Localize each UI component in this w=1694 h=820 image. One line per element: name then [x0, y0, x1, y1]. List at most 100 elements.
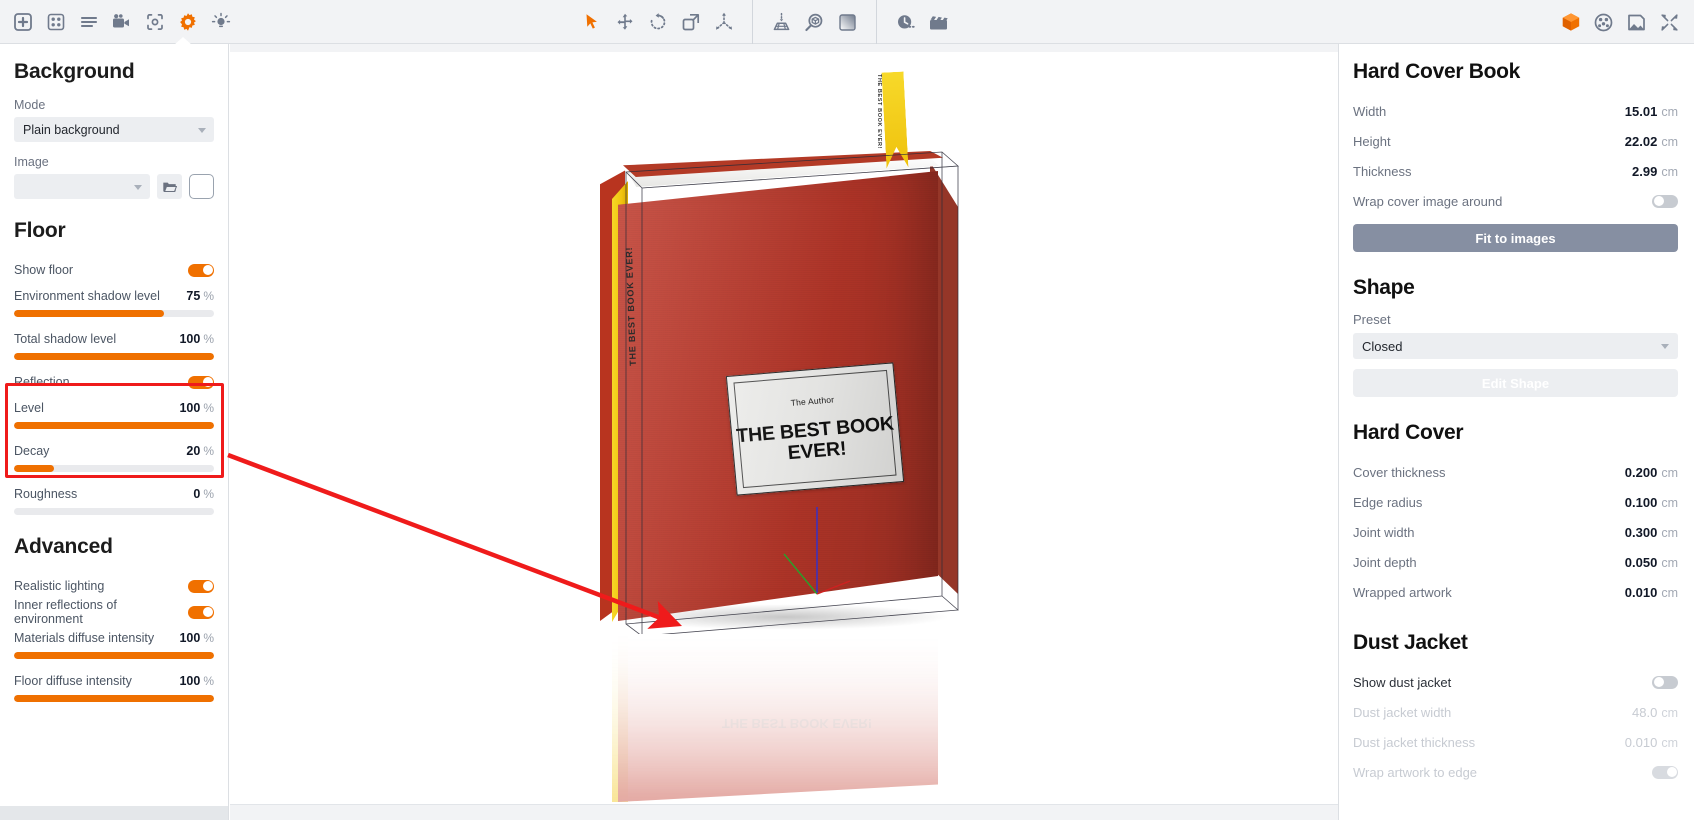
- decay-slider[interactable]: [14, 465, 214, 472]
- floor-diffuse-label: Floor diffuse intensity: [14, 674, 132, 688]
- cover-thickness-label: Cover thickness: [1353, 465, 1445, 480]
- joint-depth-value[interactable]: 0.050cm: [1625, 555, 1678, 570]
- mode-label: Mode: [14, 98, 214, 112]
- reflection-title-text: THE BEST BOOK EVER!: [712, 716, 882, 730]
- cursor-arrow-icon[interactable]: [575, 6, 608, 39]
- chevron-down-icon: [1661, 344, 1669, 349]
- realistic-lighting-toggle[interactable]: [188, 580, 214, 593]
- add-object-button[interactable]: [6, 5, 39, 38]
- joint-width-value[interactable]: 0.300cm: [1625, 525, 1678, 540]
- thickness-value[interactable]: 2.99cm: [1632, 164, 1678, 179]
- dust-jacket-width-label: Dust jacket width: [1353, 705, 1451, 720]
- background-section-title: Background: [14, 60, 214, 84]
- toolbar-divider: [752, 0, 753, 44]
- joint-width-label: Joint width: [1353, 525, 1414, 540]
- top-toolbar: [0, 0, 1694, 44]
- chevron-down-icon: [198, 128, 206, 133]
- joint-width-row: Joint width 0.300cm: [1353, 517, 1678, 547]
- total-shadow-slider[interactable]: [14, 353, 214, 360]
- materials-diffuse-row: Materials diffuse intensity 100%: [14, 625, 214, 651]
- advanced-section-title: Advanced: [14, 535, 214, 559]
- inner-reflections-toggle[interactable]: [188, 606, 214, 619]
- chevron-down-icon: [134, 185, 142, 190]
- panel-scrollbar[interactable]: [0, 806, 229, 820]
- book-3d-model[interactable]: THE BEST BOOK EVER! The Author THE BEST …: [230, 44, 1338, 804]
- move-arrows-icon[interactable]: [608, 6, 641, 39]
- floor-diffuse-value: 100%: [179, 674, 214, 688]
- environment-shadow-value: 75%: [186, 289, 214, 303]
- expand-arrows-icon[interactable]: [1653, 6, 1686, 39]
- materials-diffuse-slider[interactable]: [14, 652, 214, 659]
- toolbar-center-group: [575, 0, 955, 44]
- roughness-label: Roughness: [14, 487, 77, 501]
- materials-diffuse-value: 100%: [179, 631, 214, 645]
- floor-diffuse-slider[interactable]: [14, 695, 214, 702]
- edge-radius-value[interactable]: 0.100cm: [1625, 495, 1678, 510]
- fit-to-images-button[interactable]: Fit to images: [1353, 224, 1678, 252]
- total-shadow-value: 100%: [179, 332, 214, 346]
- lightbulb-icon[interactable]: [204, 5, 237, 38]
- height-label: Height: [1353, 134, 1391, 149]
- wrap-cover-row: Wrap cover image around: [1353, 186, 1678, 216]
- 3d-viewport[interactable]: THE BEST BOOK EVER! The Author THE BEST …: [230, 44, 1338, 820]
- height-value[interactable]: 22.02cm: [1625, 134, 1678, 149]
- rotate-ccw-icon[interactable]: [641, 6, 674, 39]
- magnifier-cube-icon[interactable]: [798, 6, 831, 39]
- object-properties-panel: Hard Cover Book Width 15.01cm Height 22.…: [1338, 44, 1694, 820]
- joint-depth-row: Joint depth 0.050cm: [1353, 547, 1678, 577]
- roughness-row: Roughness 0%: [14, 481, 214, 507]
- show-floor-toggle[interactable]: [188, 264, 214, 277]
- gear-icon[interactable]: [171, 5, 204, 38]
- width-row: Width 15.01cm: [1353, 96, 1678, 126]
- wrap-artwork-edge-row: Wrap artwork to edge: [1353, 757, 1678, 787]
- scatter-nodes-icon[interactable]: [707, 6, 740, 39]
- perspective-grid-icon[interactable]: [765, 6, 798, 39]
- toolbar-left-group: [0, 0, 237, 44]
- gradient-square-icon[interactable]: [831, 6, 864, 39]
- sphere-checker-icon[interactable]: [1587, 6, 1620, 39]
- total-shadow-label: Total shadow level: [14, 332, 116, 346]
- show-dust-jacket-toggle[interactable]: [1652, 676, 1678, 689]
- environment-shadow-slider[interactable]: [14, 310, 214, 317]
- wrap-cover-toggle[interactable]: [1652, 195, 1678, 208]
- camera-focus-button[interactable]: [138, 5, 171, 38]
- level-label: Level: [14, 401, 44, 415]
- level-slider[interactable]: [14, 422, 214, 429]
- menu-button[interactable]: [72, 5, 105, 38]
- wrapped-artwork-label: Wrapped artwork: [1353, 585, 1452, 600]
- folder-open-icon[interactable]: [157, 174, 182, 199]
- dust-jacket-width-row: Dust jacket width 48.0cm: [1353, 697, 1678, 727]
- video-camera-button[interactable]: [105, 5, 138, 38]
- clock-icon[interactable]: [889, 6, 922, 39]
- reflection-toggle[interactable]: [188, 376, 214, 389]
- width-label: Width: [1353, 104, 1386, 119]
- hard-cover-title: Hard Cover: [1353, 421, 1678, 445]
- dust-jacket-title: Dust Jacket: [1353, 631, 1678, 655]
- edge-radius-row: Edge radius 0.100cm: [1353, 487, 1678, 517]
- background-image-select[interactable]: [14, 174, 150, 199]
- orange-cube-icon[interactable]: [1554, 6, 1587, 39]
- level-value: 100%: [179, 401, 214, 415]
- dust-jacket-thickness-row: Dust jacket thickness 0.010cm: [1353, 727, 1678, 757]
- background-mode-select[interactable]: Plain background: [14, 117, 214, 142]
- scale-resize-icon[interactable]: [674, 6, 707, 39]
- layout-grid-button[interactable]: [39, 5, 72, 38]
- edit-shape-button: Edit Shape: [1353, 369, 1678, 397]
- realistic-lighting-row: Realistic lighting: [14, 573, 214, 599]
- environment-shadow-label: Environment shadow level: [14, 289, 160, 303]
- picture-icon[interactable]: [1620, 6, 1653, 39]
- dust-jacket-width-value: 48.0cm: [1632, 705, 1678, 720]
- shape-preset-select[interactable]: Closed: [1353, 333, 1678, 359]
- film-clapper-icon[interactable]: [922, 6, 955, 39]
- edge-radius-label: Edge radius: [1353, 495, 1422, 510]
- roughness-slider[interactable]: [14, 508, 214, 515]
- show-floor-label: Show floor: [14, 263, 73, 277]
- reflection-row: Reflection: [14, 369, 214, 395]
- viewport-bottom-strip: [230, 804, 1338, 820]
- wrapped-artwork-value[interactable]: 0.010cm: [1625, 585, 1678, 600]
- environment-shadow-row: Environment shadow level 75%: [14, 283, 214, 309]
- background-color-swatch[interactable]: [189, 174, 214, 199]
- object-title: Hard Cover Book: [1353, 60, 1678, 84]
- width-value[interactable]: 15.01cm: [1625, 104, 1678, 119]
- cover-thickness-value[interactable]: 0.200cm: [1625, 465, 1678, 480]
